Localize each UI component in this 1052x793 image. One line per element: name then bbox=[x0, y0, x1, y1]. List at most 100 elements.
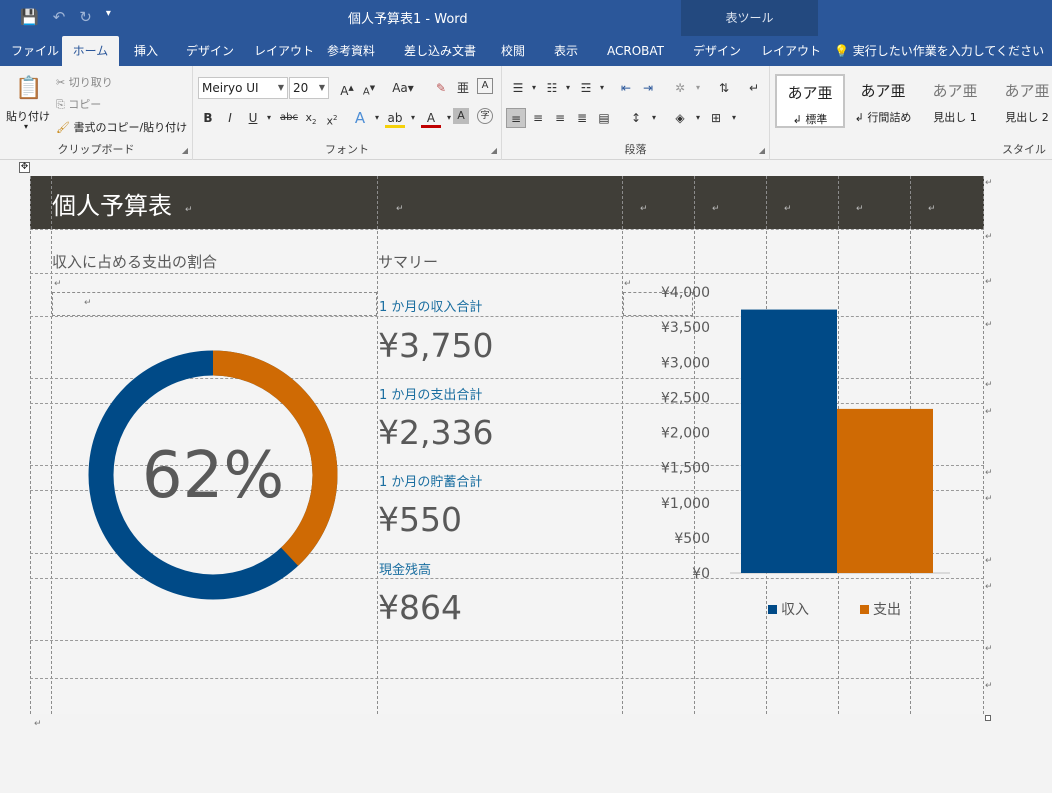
align-center-icon[interactable]: ≡ bbox=[528, 108, 548, 128]
format-painter-button[interactable]: 🖌 書式のコピー/貼り付け bbox=[56, 119, 187, 135]
style-name: ↲ 行間詰め bbox=[854, 111, 912, 124]
increase-indent-icon[interactable]: ⇥ bbox=[638, 78, 658, 98]
ribbon: 📋 貼り付け ▾ ✂ 切り取り ⎘ コピー 🖌 書式のコピー/貼り付け クリップ… bbox=[0, 66, 1052, 160]
highlight-dropdown-icon[interactable]: ▾ bbox=[403, 108, 423, 128]
style-normal[interactable]: あア亜 ↲ 標準 bbox=[775, 74, 845, 128]
savings-value[interactable]: ¥550 bbox=[378, 500, 462, 539]
bar-expense[interactable] bbox=[837, 408, 933, 573]
tab-file[interactable]: ファイル bbox=[11, 36, 59, 66]
table-move-handle-icon[interactable]: ✥ bbox=[19, 162, 30, 173]
left-heading[interactable]: 収入に占める支出の割合 bbox=[52, 251, 217, 272]
line-spacing-dropdown-icon[interactable]: ▾ bbox=[644, 108, 664, 128]
paragraph-mark: ↵ bbox=[985, 556, 993, 566]
asian-layout-icon[interactable]: ✲ bbox=[670, 78, 690, 98]
shading-dropdown-icon[interactable]: ▾ bbox=[688, 108, 708, 128]
paste-dropdown-icon[interactable]: ▾ bbox=[24, 122, 28, 131]
clipboard-launcher-icon[interactable]: ◢ bbox=[182, 146, 188, 155]
paragraph-mark: ↵ bbox=[985, 468, 993, 478]
numbering-dropdown-icon[interactable]: ▾ bbox=[558, 78, 578, 98]
enclose-characters-icon[interactable]: 字 bbox=[477, 108, 493, 124]
table-resize-handle[interactable] bbox=[985, 715, 991, 721]
customize-qat-icon[interactable]: ▾ bbox=[106, 8, 111, 26]
show-marks-icon[interactable]: ↵ bbox=[744, 78, 764, 98]
style-sample: あア亜 bbox=[1004, 82, 1050, 100]
tell-me-box[interactable]: 💡 実行したい作業を入力してください bbox=[834, 36, 1044, 66]
tab-layout[interactable]: レイアウト bbox=[254, 36, 314, 66]
format-painter-label: 書式のコピー/貼り付け bbox=[73, 121, 188, 134]
clipboard-group-label: クリップボード bbox=[57, 143, 135, 156]
style-heading-1[interactable]: あア亜 見出し 1 bbox=[920, 74, 990, 128]
save-icon[interactable]: 💾 bbox=[20, 8, 39, 26]
tab-table-layout[interactable]: レイアウト bbox=[761, 36, 821, 66]
text-effects-dropdown-icon[interactable]: ▾ bbox=[367, 108, 387, 128]
paste-icon[interactable]: 📋 bbox=[14, 74, 44, 104]
savings-label[interactable]: 1 か月の貯蓄合計 bbox=[379, 471, 482, 490]
change-case-icon[interactable]: Aa▾ bbox=[389, 78, 417, 98]
multilevel-dropdown-icon[interactable]: ▾ bbox=[592, 78, 612, 98]
table-border bbox=[622, 176, 623, 714]
y-tick-label: ¥0 bbox=[692, 566, 710, 582]
grow-font-icon[interactable]: A▲ bbox=[337, 78, 357, 98]
income-label[interactable]: 1 か月の収入合計 bbox=[379, 296, 482, 315]
sort-icon[interactable]: ⇅ bbox=[714, 78, 734, 98]
document-title[interactable]: 個人予算表 bbox=[52, 186, 172, 221]
borders-dropdown-icon[interactable]: ▾ bbox=[724, 108, 744, 128]
tab-references[interactable]: 参考資料 bbox=[327, 36, 375, 66]
tab-mailings[interactable]: 差し込み文書 bbox=[404, 36, 476, 66]
paragraph-launcher-icon[interactable]: ◢ bbox=[759, 146, 765, 155]
bold-icon[interactable]: B bbox=[198, 108, 218, 128]
y-tick-label: ¥2,000 bbox=[661, 426, 710, 442]
tab-insert[interactable]: 挿入 bbox=[134, 36, 158, 66]
bullets-dropdown-icon[interactable]: ▾ bbox=[524, 78, 544, 98]
highlight-icon[interactable]: ab bbox=[385, 108, 405, 128]
align-right-icon[interactable]: ≡ bbox=[550, 108, 570, 128]
cash-balance-label[interactable]: 現金残高 bbox=[379, 559, 431, 578]
strikethrough-icon[interactable]: abc bbox=[277, 108, 301, 128]
summary-heading[interactable]: サマリー bbox=[378, 251, 438, 272]
shrink-font-icon[interactable]: A▼ bbox=[359, 78, 379, 98]
tab-acrobat[interactable]: ACROBAT bbox=[607, 36, 664, 66]
income-value[interactable]: ¥3,750 bbox=[378, 326, 493, 365]
tab-view[interactable]: 表示 bbox=[554, 36, 578, 66]
decrease-indent-icon[interactable]: ⇤ bbox=[616, 78, 636, 98]
superscript-icon[interactable]: x2 bbox=[322, 108, 342, 128]
style-heading-2[interactable]: あア亜 見出し 2 bbox=[992, 74, 1052, 128]
asian-layout-dropdown-icon[interactable]: ▾ bbox=[688, 78, 708, 98]
tab-design[interactable]: デザイン bbox=[186, 36, 234, 66]
copy-button[interactable]: ⎘ コピー bbox=[56, 96, 101, 112]
borders-icon[interactable]: ⊞ bbox=[706, 108, 726, 128]
line-spacing-icon[interactable]: ↕ bbox=[626, 108, 646, 128]
clear-formatting-icon[interactable]: ✎ bbox=[431, 78, 451, 98]
character-border-icon[interactable]: A bbox=[477, 78, 493, 94]
expense-label[interactable]: 1 か月の支出合計 bbox=[379, 384, 482, 403]
italic-icon[interactable]: I bbox=[220, 108, 240, 128]
justify-icon[interactable]: ≣ bbox=[572, 108, 592, 128]
table-border bbox=[30, 273, 984, 274]
font-color-icon[interactable]: A bbox=[421, 108, 441, 128]
redo-icon[interactable]: ↻ bbox=[79, 8, 92, 26]
shading-icon[interactable]: ◈ bbox=[670, 108, 690, 128]
cut-button[interactable]: ✂ 切り取り bbox=[56, 74, 113, 90]
undo-icon[interactable]: ↶ bbox=[53, 8, 66, 26]
tab-home[interactable]: ホーム bbox=[62, 36, 119, 66]
phonetic-guide-icon[interactable]: 亜 bbox=[453, 78, 473, 98]
tab-table-design[interactable]: デザイン bbox=[693, 36, 741, 66]
donut-chart[interactable]: 62% bbox=[88, 350, 338, 600]
style-no-spacing[interactable]: あア亜 ↲ 行間詰め bbox=[848, 74, 918, 128]
bar-income[interactable] bbox=[741, 309, 837, 573]
font-size-combo[interactable]: 20 ▼ bbox=[289, 77, 329, 99]
tab-review[interactable]: 校閲 bbox=[501, 36, 525, 66]
distribute-icon[interactable]: ▤ bbox=[594, 108, 614, 128]
window-title: 個人予算表1 - Word bbox=[348, 12, 468, 27]
underline-dropdown-icon[interactable]: ▾ bbox=[259, 108, 279, 128]
cash-balance-value[interactable]: ¥864 bbox=[378, 588, 462, 627]
subscript-icon[interactable]: x2 bbox=[301, 108, 321, 128]
font-name-combo[interactable]: Meiryo UI ▼ bbox=[198, 77, 288, 99]
header-band bbox=[30, 176, 984, 229]
align-left-icon[interactable]: ≡ bbox=[506, 108, 526, 128]
font-name-value: Meiryo UI bbox=[202, 81, 259, 95]
font-launcher-icon[interactable]: ◢ bbox=[491, 146, 497, 155]
character-shading-icon[interactable]: A bbox=[453, 108, 469, 124]
income-expense-bar-chart[interactable]: ¥0 ¥500 ¥1,000 ¥1,500 ¥2,000 ¥2,500 ¥3,000 ¥3,5… bbox=[640, 280, 960, 590]
expense-value[interactable]: ¥2,336 bbox=[378, 413, 493, 452]
